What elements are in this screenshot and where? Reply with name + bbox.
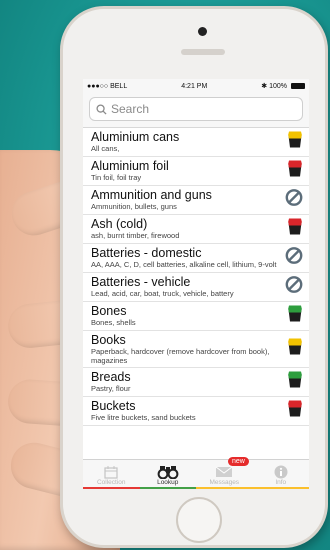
yellow-bin-icon bbox=[287, 131, 303, 154]
tab-label: Info bbox=[275, 479, 287, 486]
tab-color-bar bbox=[252, 487, 309, 489]
list-item[interactable]: Bones Bones, shells bbox=[83, 302, 309, 331]
green-bin-icon bbox=[287, 305, 303, 328]
tab-messages[interactable]: Messages new bbox=[196, 457, 253, 489]
envelope-icon bbox=[215, 465, 233, 479]
list-item[interactable]: Ammunition and guns Ammunition, bullets, … bbox=[83, 186, 309, 215]
list-item[interactable]: Batteries - vehicle Lead, acid, car, boat… bbox=[83, 273, 309, 302]
tab-lookup[interactable]: Lookup bbox=[139, 460, 196, 489]
red-bin-icon bbox=[287, 160, 303, 183]
tab-label: Collection bbox=[96, 479, 126, 486]
not-allowed-icon bbox=[285, 247, 303, 270]
item-description: Pastry, flour bbox=[91, 384, 131, 393]
item-description: Paperback, hardcover (remove hardcover f… bbox=[91, 347, 270, 365]
item-title: Aluminium cans bbox=[91, 130, 180, 144]
tab-color-bar bbox=[196, 487, 253, 489]
item-description: Bones, shells bbox=[91, 318, 136, 327]
list-item[interactable]: Books Paperback, hardcover (remove hardco… bbox=[83, 331, 309, 368]
info-icon bbox=[274, 465, 288, 479]
item-title: Ash (cold) bbox=[91, 217, 148, 231]
app-screen: ●●●○○ BELL 4:21 PM ✱ 100% Search Alumini… bbox=[83, 79, 309, 489]
battery-label: 100% bbox=[269, 83, 288, 90]
list-item[interactable]: Breads Pastry, flour bbox=[83, 368, 309, 397]
item-description: Lead, acid, car, boat, truck, vehicle, b… bbox=[91, 289, 234, 298]
new-badge: new bbox=[228, 457, 249, 466]
list-item[interactable]: Ash (cold) ash, burnt timber, firewood bbox=[83, 215, 309, 244]
item-description: Ammunition, bullets, guns bbox=[91, 202, 177, 211]
red-bin-icon bbox=[287, 218, 303, 241]
item-title: Batteries - vehicle bbox=[91, 275, 191, 289]
item-description: Five litre buckets, sand buckets bbox=[91, 413, 196, 422]
search-input[interactable]: Search bbox=[89, 97, 303, 121]
item-title: Buckets bbox=[91, 399, 136, 413]
search-placeholder: Search bbox=[111, 102, 150, 116]
not-allowed-icon bbox=[285, 189, 303, 212]
status-bar: ●●●○○ BELL 4:21 PM ✱ 100% bbox=[83, 79, 309, 93]
tab-color-bar bbox=[139, 487, 196, 489]
calendar-icon bbox=[104, 465, 118, 479]
search-bar: Search bbox=[83, 93, 309, 128]
bluetooth-icon: ✱ bbox=[261, 83, 268, 90]
phone-frame: ●●●○○ BELL 4:21 PM ✱ 100% Search Alumini… bbox=[60, 6, 328, 548]
item-title: Bones bbox=[91, 304, 127, 318]
item-title: Books bbox=[91, 333, 126, 347]
earpiece-speaker bbox=[181, 49, 225, 55]
binoculars-icon bbox=[157, 465, 179, 479]
item-description: Tin foil, foil tray bbox=[91, 173, 142, 182]
home-button[interactable] bbox=[176, 497, 222, 543]
item-title: Aluminium foil bbox=[91, 159, 169, 173]
search-icon bbox=[96, 103, 107, 115]
clock-label: 4:21 PM bbox=[181, 82, 208, 90]
items-list: Aluminium cans All cans, Aluminium foil Tin… bbox=[83, 128, 309, 426]
item-description: AA, AAA, C, D, cell batteries, alkaline … bbox=[91, 260, 277, 269]
not-allowed-icon bbox=[285, 276, 303, 299]
yellow-bin-icon bbox=[287, 338, 303, 361]
item-description: ash, burnt timber, firewood bbox=[91, 231, 180, 240]
item-title: Ammunition and guns bbox=[91, 188, 212, 202]
list-item[interactable]: Buckets Five litre buckets, sand buckets bbox=[83, 397, 309, 426]
front-camera bbox=[198, 27, 207, 36]
item-description: All cans, bbox=[91, 144, 120, 153]
tab-info[interactable]: Info bbox=[252, 460, 309, 489]
item-title: Batteries - domestic bbox=[91, 246, 202, 260]
battery-indicator: ✱ 100% bbox=[261, 82, 305, 90]
tab-bar: Collection Lookup Messages new Info bbox=[83, 457, 309, 489]
green-bin-icon bbox=[287, 371, 303, 394]
tab-color-bar bbox=[83, 487, 140, 489]
tab-label: Lookup bbox=[157, 479, 179, 486]
item-title: Breads bbox=[91, 370, 131, 384]
list-item[interactable]: Aluminium foil Tin foil, foil tray bbox=[83, 157, 309, 186]
tab-collection[interactable]: Collection bbox=[83, 460, 140, 489]
tab-label: Messages bbox=[209, 479, 240, 486]
carrier-label: ●●●○○ BELL bbox=[87, 82, 128, 90]
list-item[interactable]: Batteries - domestic AA, AAA, C, D, cell … bbox=[83, 244, 309, 273]
battery-icon bbox=[290, 83, 305, 90]
list-item[interactable]: Aluminium cans All cans, bbox=[83, 128, 309, 157]
red-bin-icon bbox=[287, 400, 303, 423]
